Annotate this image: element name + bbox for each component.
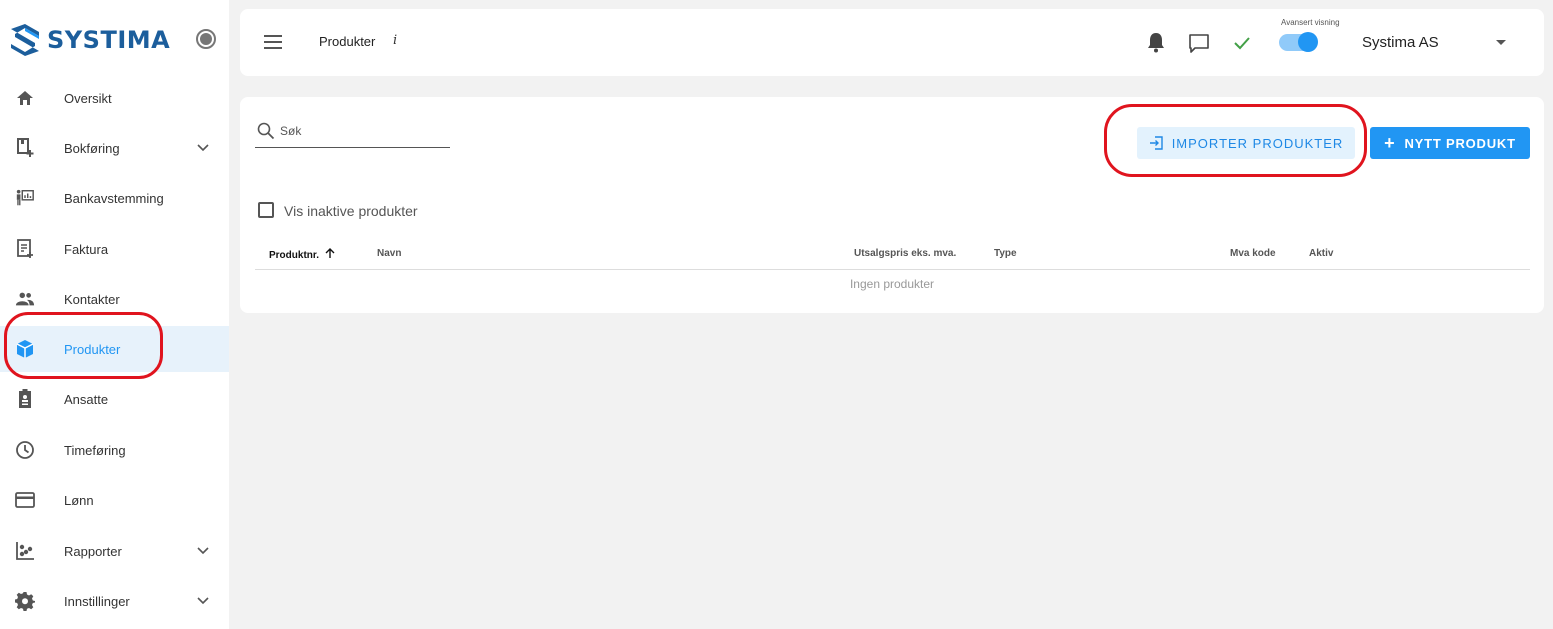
plus-icon: + [1384, 133, 1396, 153]
caret-down-icon[interactable] [1496, 40, 1506, 45]
settings-gear-icon [15, 591, 35, 611]
advanced-view-label: Avansert visning [1281, 18, 1340, 27]
chevron-down-icon[interactable] [196, 141, 210, 155]
sidebar-item-label: Faktura [64, 241, 109, 257]
column-header-aktiv[interactable]: Aktiv [1309, 248, 1333, 259]
sidebar-item-label: Innstillinger [64, 593, 130, 609]
sidebar-item-label: Bankavstemming [64, 190, 164, 206]
import-icon [1149, 136, 1163, 150]
bookkeeping-icon [15, 138, 35, 158]
sidebar-item-label: Rapporter [64, 543, 122, 559]
import-products-label: IMPORTER PRODUKTER [1171, 135, 1344, 151]
info-icon[interactable]: i [393, 33, 397, 48]
sidebar-item-label: Oversikt [64, 90, 112, 106]
checkmark-icon [1234, 37, 1250, 50]
sidebar-item-timeforing[interactable]: Timeføring [0, 427, 229, 473]
show-inactive-label: Vis inaktive produkter [284, 203, 418, 219]
chat-message-icon[interactable] [1188, 32, 1210, 54]
sidebar-item-rapporter[interactable]: Rapporter [0, 528, 229, 574]
page-title: Produkter [319, 34, 376, 49]
bank-reconciliation-icon [15, 188, 35, 208]
payment-card-icon [15, 490, 35, 510]
sort-arrow-up-icon [325, 248, 335, 258]
sidebar-item-bankavstemming[interactable]: Bankavstemming [0, 175, 229, 221]
company-selector[interactable]: Systima AS [1362, 34, 1439, 51]
search-icon [257, 122, 275, 140]
sidebar-item-label: Produkter [64, 341, 121, 357]
contacts-icon [15, 289, 35, 309]
clock-icon [15, 440, 35, 460]
sidebar-item-ansatte[interactable]: Ansatte [0, 376, 229, 422]
column-header-produktnr[interactable]: Produktnr. [269, 248, 335, 261]
sidebar-item-kontakter[interactable]: Kontakter [0, 276, 229, 322]
chevron-down-icon[interactable] [196, 544, 210, 558]
show-inactive-checkbox[interactable] [258, 202, 274, 218]
sidebar-item-oversikt[interactable]: Oversikt [0, 75, 229, 121]
toggle-knob [1298, 32, 1318, 52]
search-field[interactable] [255, 120, 450, 148]
product-box-icon [15, 339, 35, 359]
chevron-down-icon[interactable] [196, 594, 210, 608]
empty-table-message: Ingen produkter [849, 277, 935, 291]
sidebar-item-label: Ansatte [64, 391, 109, 407]
new-product-button[interactable]: + NYTT PRODUKT [1370, 127, 1530, 159]
home-icon [15, 88, 35, 108]
sidebar-pin-icon[interactable] [196, 29, 216, 49]
employee-badge-icon [15, 389, 35, 409]
sidebar-item-faktura[interactable]: Faktura [0, 226, 229, 272]
import-products-button[interactable]: IMPORTER PRODUKTER [1137, 127, 1355, 159]
brand-name: SYSTIMA [47, 26, 171, 54]
table-divider [255, 269, 1530, 270]
sidebar-item-bokforing[interactable]: Bokføring [0, 125, 229, 171]
invoice-icon [15, 239, 35, 259]
reports-chart-icon [15, 541, 35, 561]
column-header-navn[interactable]: Navn [377, 248, 401, 259]
systima-logo-mark-icon [11, 24, 39, 56]
column-header-type[interactable]: Type [994, 248, 1017, 259]
menu-hamburger-icon[interactable] [264, 35, 282, 49]
sidebar-item-label: Lønn [64, 492, 94, 508]
systima-logo[interactable]: SYSTIMA [10, 22, 170, 58]
column-header-mva-kode[interactable]: Mva kode [1230, 248, 1276, 259]
column-header-label: Produktnr. [269, 250, 320, 261]
advanced-view-toggle[interactable] [1279, 32, 1318, 52]
sidebar: SYSTIMA Oversikt Bokføring Bankavstemmin… [0, 0, 229, 629]
sidebar-item-produkter[interactable]: Produkter [0, 326, 229, 372]
sidebar-item-innstillinger[interactable]: Innstillinger [0, 578, 229, 624]
products-panel: IMPORTER PRODUKTER + NYTT PRODUKT Vis in… [240, 97, 1544, 313]
notification-bell-icon[interactable] [1145, 31, 1167, 53]
top-header: Produkter i Avansert visning Systima AS [240, 9, 1544, 76]
new-product-label: NYTT PRODUKT [1404, 135, 1516, 151]
sidebar-item-lonn[interactable]: Lønn [0, 477, 229, 523]
column-header-utsalgspris[interactable]: Utsalgspris eks. mva. [854, 248, 956, 259]
sidebar-item-label: Kontakter [64, 291, 120, 307]
sidebar-item-label: Bokføring [64, 140, 120, 156]
search-input[interactable] [280, 124, 445, 138]
sidebar-item-label: Timeføring [64, 442, 126, 458]
